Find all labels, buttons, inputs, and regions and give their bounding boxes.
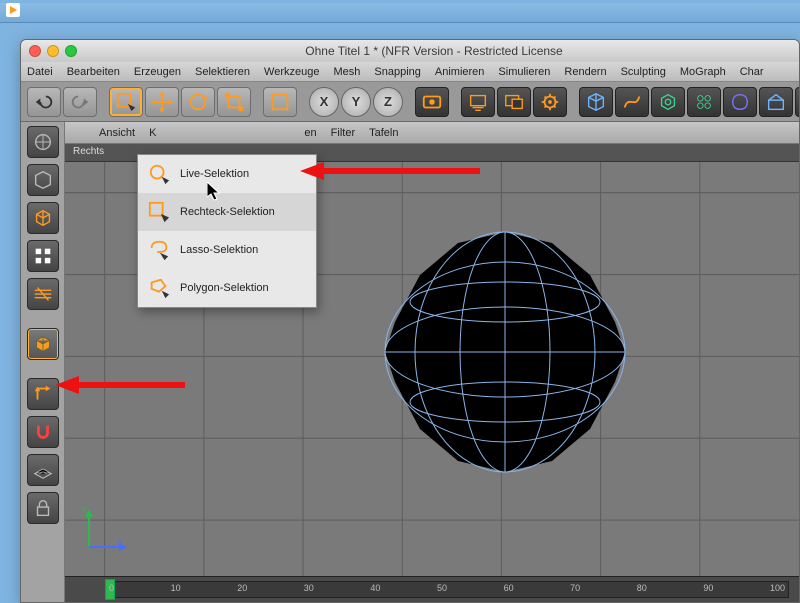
menu-simulieren[interactable]: Simulieren	[498, 66, 550, 78]
texture-mode-button[interactable]	[27, 202, 59, 234]
menu-erzeugen[interactable]: Erzeugen	[134, 66, 181, 78]
gizmo-y-label: Y	[81, 505, 87, 515]
popup-label: Live-Selektion	[180, 168, 249, 180]
app-window: Ohne Titel 1 * (NFR Version - Restricted…	[20, 39, 800, 603]
render-pv-button[interactable]	[497, 87, 531, 117]
render-active-button[interactable]	[461, 87, 495, 117]
poly-select-icon	[148, 277, 170, 299]
popup-label: Polygon-Selektion	[180, 282, 269, 294]
menu-mograph[interactable]: MoGraph	[680, 66, 726, 78]
menu-animieren[interactable]: Animieren	[435, 66, 485, 78]
redo-button[interactable]	[63, 87, 97, 117]
deformer-button[interactable]	[723, 87, 757, 117]
environment-button[interactable]	[759, 87, 793, 117]
menu-datei[interactable]: Datei	[27, 66, 53, 78]
annotation-arrow-left	[55, 373, 185, 402]
move-tool-button[interactable]	[145, 87, 179, 117]
vp-tab-k[interactable]: K	[149, 127, 156, 139]
live-select-icon	[148, 163, 170, 185]
popup-item-poly-select[interactable]: Polygon-Selektion	[138, 269, 316, 307]
menu-snapping[interactable]: Snapping	[374, 66, 421, 78]
lasso-select-icon	[148, 239, 170, 261]
annotation-arrow-top	[300, 159, 480, 188]
menu-rendern[interactable]: Rendern	[564, 66, 606, 78]
menu-mesh[interactable]: Mesh	[333, 66, 360, 78]
point-mode-button[interactable]	[27, 240, 59, 272]
rect-select-tool-button[interactable]	[109, 87, 143, 117]
left-toolbar	[21, 122, 65, 602]
spline-button[interactable]	[615, 87, 649, 117]
model-mode-button[interactable]	[27, 126, 59, 158]
sphere-wireframe	[380, 227, 630, 477]
edge-mode-button[interactable]	[27, 278, 59, 310]
popup-label: Lasso-Selektion	[180, 244, 258, 256]
lock-button[interactable]	[27, 492, 59, 524]
gizmo-z-label: Z	[117, 539, 123, 549]
vp-tab-en[interactable]: en	[304, 127, 316, 139]
popup-label: Rechteck-Selektion	[180, 206, 275, 218]
play-icon	[6, 3, 20, 17]
outer-browser-titlebar	[0, 3, 800, 23]
rect-select-icon	[148, 201, 170, 223]
close-icon[interactable]	[29, 45, 41, 57]
main-toolbar: X Y Z	[21, 82, 799, 122]
undo-button[interactable]	[27, 87, 61, 117]
popup-item-rect-select[interactable]: Rechteck-Selektion	[138, 193, 316, 231]
popup-item-live-select[interactable]: Live-Selektion	[138, 155, 316, 193]
axis-x-toggle[interactable]: X	[309, 87, 339, 117]
recent-tool-button[interactable]	[263, 87, 297, 117]
render-settings-button[interactable]	[533, 87, 567, 117]
object-mode-button[interactable]	[27, 164, 59, 196]
scale-tool-button[interactable]	[217, 87, 251, 117]
primitive-cube-button[interactable]	[579, 87, 613, 117]
snap-button[interactable]	[27, 416, 59, 448]
generator-button[interactable]	[651, 87, 685, 117]
menu-werkzeuge[interactable]: Werkzeuge	[264, 66, 319, 78]
vp-tab-tafeln[interactable]: Tafeln	[369, 127, 398, 139]
viewport-menubar[interactable]: Ansicht K en Filter Tafeln	[65, 122, 799, 144]
axis-gizmo: Y Z	[79, 507, 129, 562]
mac-titlebar: Ohne Titel 1 * (NFR Version - Restricted…	[21, 40, 799, 62]
timeline-ticks: 010 2030 4050 6070 8090 100	[105, 583, 789, 593]
polygon-mode-button[interactable]	[27, 328, 59, 360]
axis-y-toggle[interactable]: Y	[341, 87, 371, 117]
window-title: Ohne Titel 1 * (NFR Version - Restricted…	[77, 44, 791, 58]
menu-sculpting[interactable]: Sculpting	[621, 66, 666, 78]
camera-button[interactable]	[795, 87, 800, 117]
render-view-button[interactable]	[415, 87, 449, 117]
menu-selektieren[interactable]: Selektieren	[195, 66, 250, 78]
workplane-button[interactable]	[27, 454, 59, 486]
effector-button[interactable]	[687, 87, 721, 117]
menu-bearbeiten[interactable]: Bearbeiten	[67, 66, 120, 78]
menu-char[interactable]: Char	[740, 66, 764, 78]
main-menubar[interactable]: Datei Bearbeiten Erzeugen Selektieren We…	[21, 62, 799, 82]
minimize-icon[interactable]	[47, 45, 59, 57]
axis-mode-button[interactable]	[27, 378, 59, 410]
mouse-cursor-icon	[207, 182, 223, 207]
axis-z-toggle[interactable]: Z	[373, 87, 403, 117]
timeline[interactable]: 010 2030 4050 6070 8090 100	[65, 576, 799, 602]
vp-tab-filter[interactable]: Filter	[331, 127, 355, 139]
rotate-tool-button[interactable]	[181, 87, 215, 117]
traffic-lights[interactable]	[29, 45, 77, 57]
popup-item-lasso-select[interactable]: Lasso-Selektion	[138, 231, 316, 269]
vp-tab-ansicht[interactable]: Ansicht	[99, 127, 135, 139]
selection-tool-popup[interactable]: Live-Selektion Rechteck-Selektion Lasso-…	[137, 154, 317, 308]
zoom-icon[interactable]	[65, 45, 77, 57]
